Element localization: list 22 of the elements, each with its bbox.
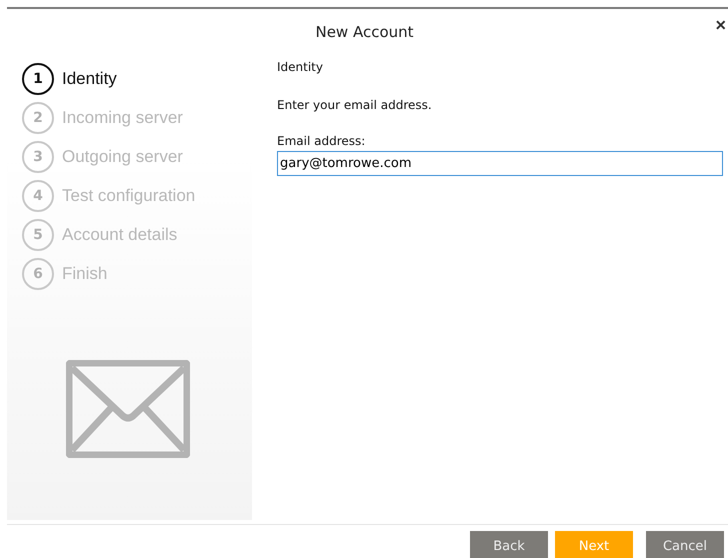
email-input-field[interactable]: gary@tomrowe.com bbox=[277, 151, 723, 176]
step-label: Test configuration bbox=[62, 186, 196, 206]
dialog-button[interactable]: Back bbox=[470, 531, 548, 558]
step-label: Identity bbox=[62, 69, 117, 89]
window-title: New Account bbox=[315, 23, 414, 41]
step-number: 1 bbox=[22, 63, 54, 95]
next-button[interactable]: Next bbox=[555, 531, 633, 558]
page-heading: Identity bbox=[277, 60, 323, 74]
instruction-text: Enter your email address. bbox=[277, 98, 432, 112]
dialog-button[interactable]: Cancel bbox=[646, 531, 724, 558]
step-number: 6 bbox=[22, 258, 54, 290]
step-label: Incoming server bbox=[62, 108, 183, 128]
step-number: 5 bbox=[22, 219, 54, 251]
field-label: Email address: bbox=[277, 134, 366, 148]
step-number: 4 bbox=[22, 180, 54, 212]
step-number: 3 bbox=[22, 141, 54, 173]
step-number: 2 bbox=[22, 102, 54, 134]
step-label: Finish bbox=[62, 264, 108, 284]
step-label: Outgoing server bbox=[62, 147, 183, 167]
envelope-icon bbox=[66, 360, 190, 458]
close-button[interactable]: × bbox=[713, 13, 728, 37]
step-label: Account details bbox=[62, 225, 178, 245]
